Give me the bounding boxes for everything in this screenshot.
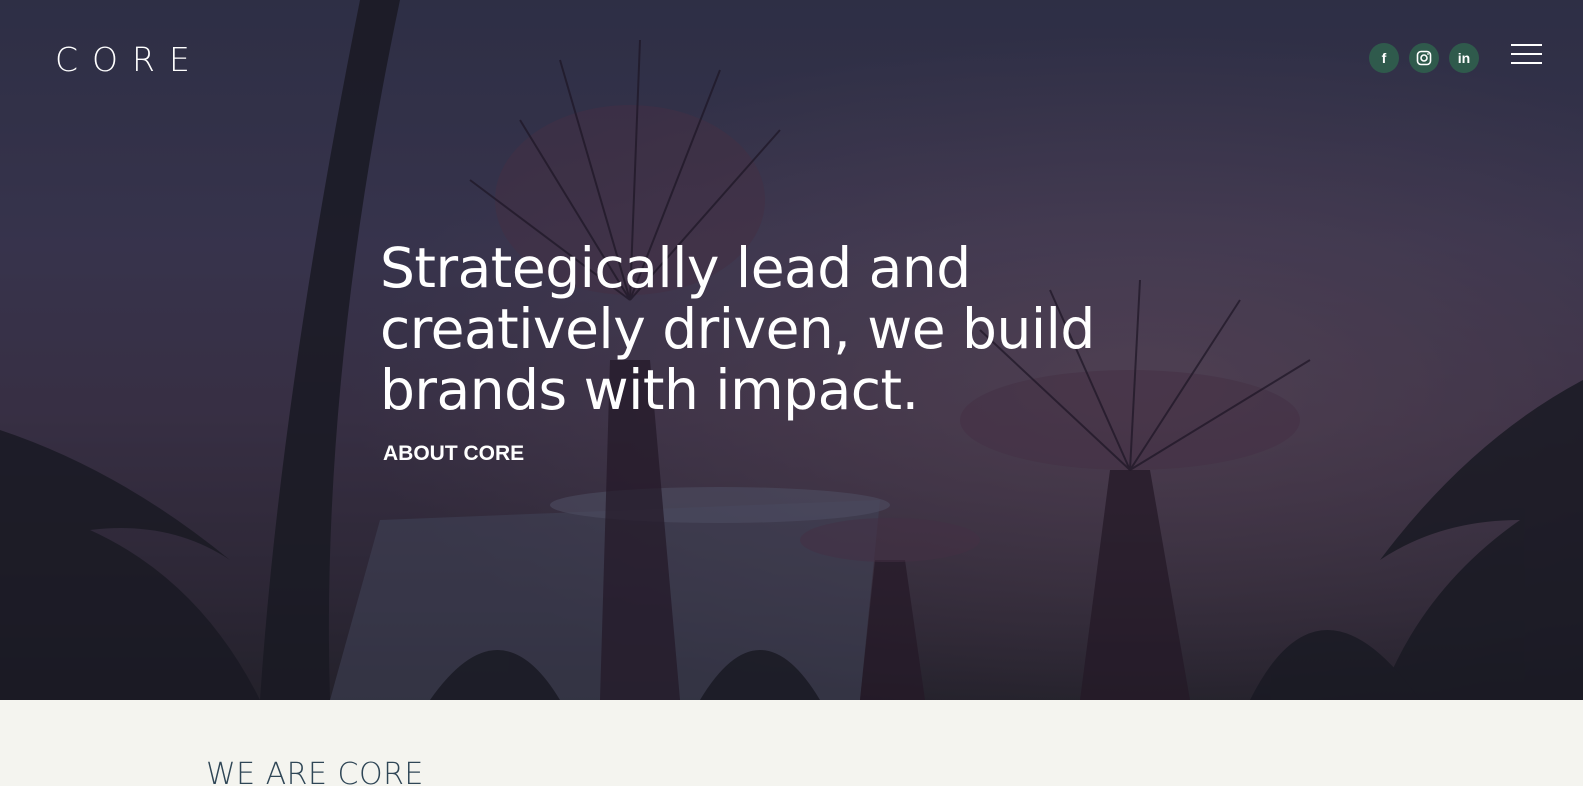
- section-heading: WE ARE CORE: [206, 757, 424, 792]
- facebook-label: f: [1381, 50, 1387, 66]
- hamburger-menu-icon[interactable]: [1511, 44, 1542, 66]
- social-links: f in: [1369, 43, 1479, 73]
- hero-section: CORE f in Strategically lead and creativ…: [0, 0, 1583, 700]
- linkedin-label: in: [1457, 50, 1471, 66]
- we-are-core-section: WE ARE CORE: [0, 700, 1583, 792]
- about-core-link[interactable]: ABOUT CORE: [383, 442, 524, 466]
- site-logo[interactable]: CORE: [55, 40, 204, 79]
- hero-headline: Strategically lead and creatively driven…: [380, 236, 1095, 422]
- linkedin-icon[interactable]: in: [1449, 43, 1479, 73]
- instagram-glyph: [1416, 50, 1432, 66]
- facebook-icon[interactable]: f: [1369, 43, 1399, 73]
- instagram-icon[interactable]: [1409, 43, 1439, 73]
